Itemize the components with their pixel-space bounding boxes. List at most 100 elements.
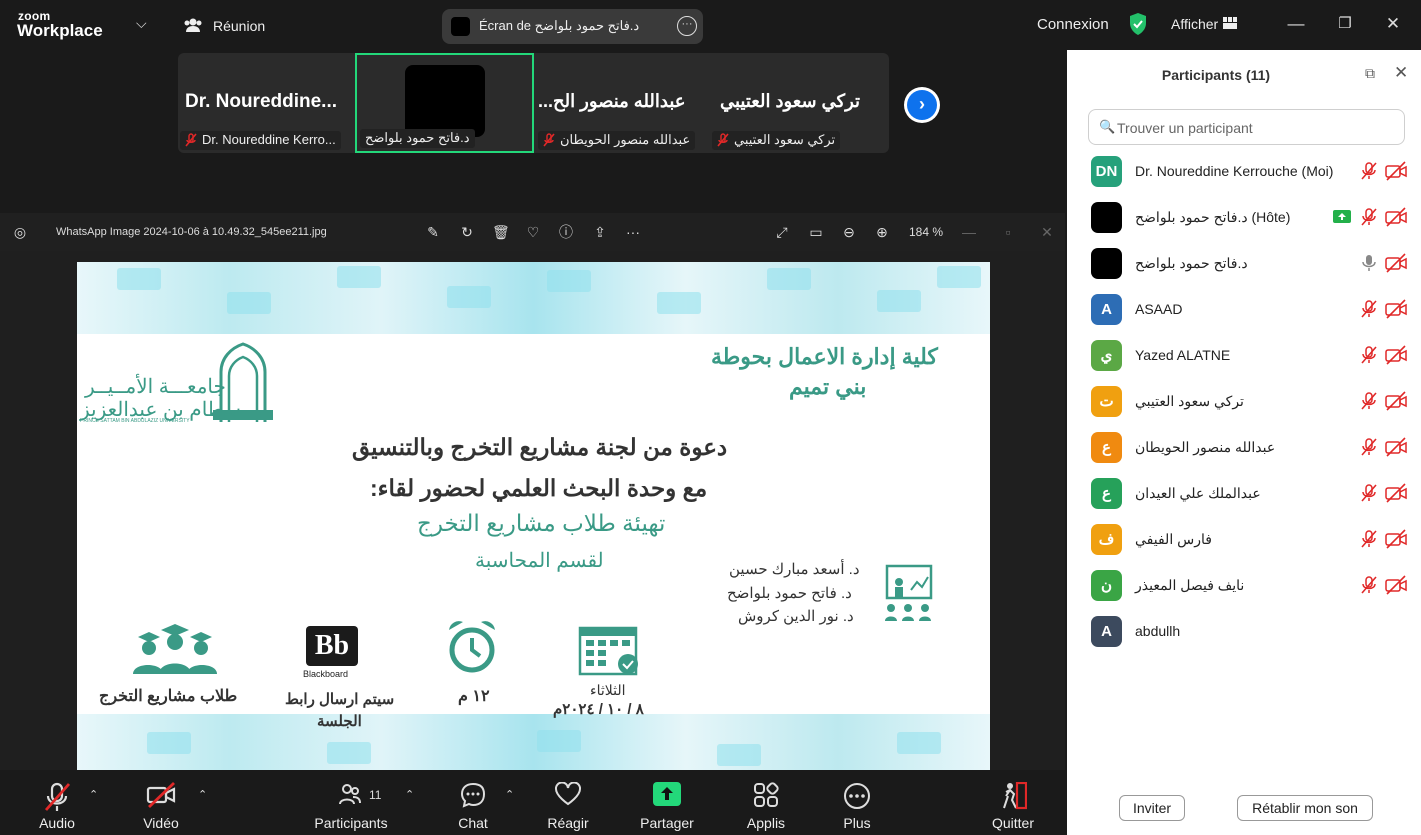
share-screen-button[interactable]: Partager <box>634 770 700 835</box>
fullscreen-icon[interactable]: ⤢ <box>774 224 790 240</box>
participant-row[interactable]: د.فاتح حمود بلواضح (Hôte) <box>1067 195 1421 241</box>
more-icon[interactable]: ··· <box>625 224 641 240</box>
unmute-me-button[interactable]: Rétablir mon son <box>1237 795 1373 821</box>
close-window-icon[interactable]: ✕ <box>1381 12 1405 36</box>
participant-row[interactable]: DN Dr. Noureddine Kerrouche (Moi) <box>1067 149 1421 195</box>
heart-icon <box>555 782 581 806</box>
info-icon[interactable]: ⓘ <box>558 224 574 240</box>
muted-mic-icon[interactable] <box>1359 575 1379 600</box>
video-tile[interactable]: تركي سعود العتيبي تركي سعود العتيبي <box>708 53 889 153</box>
muted-mic-icon[interactable] <box>1359 161 1379 186</box>
muted-mic-icon[interactable] <box>1359 437 1379 462</box>
participant-search[interactable]: 🔍 <box>1088 109 1405 145</box>
department-name: لقسم المحاسبة <box>475 550 604 572</box>
participants-button[interactable]: 11 Participants <box>310 770 392 835</box>
viewer-close-icon[interactable]: ✕ <box>1039 224 1055 240</box>
sharing-screen-icon <box>1333 210 1351 228</box>
video-off-icon[interactable] <box>1385 299 1407 324</box>
delete-icon[interactable]: 🗑 <box>492 224 510 240</box>
participant-name: Dr. Noureddine Kerrouche (Moi) <box>1135 163 1334 179</box>
viewer-restore-icon[interactable]: ▫ <box>1000 224 1016 240</box>
avatar: ف <box>1091 524 1122 555</box>
invite-button[interactable]: Inviter <box>1119 795 1185 821</box>
hex-pattern-bottom <box>77 714 990 770</box>
muted-mic-icon[interactable] <box>1359 483 1379 508</box>
meeting-label[interactable]: Réunion <box>213 18 265 34</box>
zoom-out-icon[interactable]: ⊖ <box>841 224 857 240</box>
video-off-icon[interactable] <box>1385 483 1407 508</box>
participant-row[interactable]: Aabdullh <box>1067 609 1421 655</box>
audio-options-chevron-icon[interactable]: ⌃ <box>89 788 98 801</box>
chat-button[interactable]: Chat <box>448 770 498 835</box>
calendar-icon <box>578 626 638 676</box>
more-options-icon[interactable]: ··· <box>677 16 697 36</box>
participant-row[interactable]: د.فاتح حمود بلواضح <box>1067 241 1421 287</box>
favorite-icon[interactable]: ♡ <box>525 224 541 240</box>
muted-mic-icon[interactable] <box>1359 529 1379 554</box>
muted-mic-icon[interactable] <box>1359 391 1379 416</box>
react-button[interactable]: Réagir <box>540 770 596 835</box>
blackboard-logo-icon: Bb <box>306 626 358 666</box>
app-menu-chevron-icon[interactable]: ⌵ <box>136 15 147 32</box>
participants-options-chevron-icon[interactable]: ⌃ <box>405 788 414 801</box>
encryption-shield-icon[interactable] <box>1128 12 1148 36</box>
chat-options-chevron-icon[interactable]: ⌃ <box>505 788 514 801</box>
pop-out-icon[interactable]: ⧉ <box>1365 65 1375 82</box>
view-button[interactable]: Afficher <box>1171 16 1218 32</box>
participant-row[interactable]: A ASAAD <box>1067 287 1421 333</box>
video-tile[interactable]: Dr. Noureddine... Dr. Noureddine Kerro..… <box>178 53 354 153</box>
leave-button[interactable]: Quitter <box>983 770 1043 835</box>
video-off-icon[interactable] <box>1385 345 1407 370</box>
participant-row[interactable]: ي Yazed ALATNE <box>1067 333 1421 379</box>
muted-mic-icon[interactable] <box>1359 299 1379 324</box>
graduates-icon <box>133 624 217 674</box>
video-off-icon[interactable] <box>1385 253 1407 278</box>
video-off-icon[interactable] <box>1385 575 1407 600</box>
viewer-minimize-icon[interactable]: — <box>961 224 977 240</box>
minimize-icon[interactable]: — <box>1284 12 1308 36</box>
video-off-icon[interactable] <box>1385 391 1407 416</box>
edit-icon[interactable]: ✎ <box>425 224 441 240</box>
video-off-icon[interactable] <box>1385 161 1407 186</box>
participant-video <box>405 65 485 137</box>
participant-row[interactable]: ع عبدالله منصور الحويطان <box>1067 425 1421 471</box>
restore-icon[interactable]: ❐ <box>1333 12 1357 36</box>
event-date: ٨ / ١٠ / ٢٠٢٤م <box>553 701 644 718</box>
meeting-toolbar: Audio ⌃ Vidéo ⌃ 11 Participants ⌃ Chat ⌃… <box>0 770 1065 835</box>
participant-name: عبدالله منصور الحويطان <box>1135 439 1276 455</box>
grid-view-icon[interactable] <box>1223 17 1237 29</box>
participant-name: تركي سعود العتيبي <box>1135 393 1244 409</box>
video-button[interactable]: Vidéo <box>130 770 192 835</box>
share-icon[interactable]: ⇪ <box>592 224 608 240</box>
presenter-name: د. فاتح حمود بلواضح <box>727 585 852 602</box>
avatar: ع <box>1091 432 1122 463</box>
participant-row[interactable]: ت تركي سعود العتيبي <box>1067 379 1421 425</box>
next-page-button[interactable]: › <box>904 87 940 123</box>
video-options-chevron-icon[interactable]: ⌃ <box>198 788 207 801</box>
fit-icon[interactable]: ▭ <box>808 224 824 240</box>
video-tile[interactable]: ...عبدالله منصور الح عبدالله منصور الحوي… <box>536 53 706 153</box>
presenter-name: د. نور الدين كروش <box>738 608 854 625</box>
mic-icon[interactable] <box>1359 253 1379 278</box>
tile-name-label: Dr. Noureddine Kerro... <box>180 131 341 150</box>
participant-row[interactable]: ع عبدالملك علي العيدان <box>1067 471 1421 517</box>
participant-search-input[interactable] <box>1117 118 1397 138</box>
screen-share-indicator[interactable]: Écran de د.فاتح حمود بلواضح ··· <box>442 9 703 44</box>
apps-button[interactable]: Applis <box>738 770 794 835</box>
participants-title: Participants (11) <box>1161 67 1271 83</box>
muted-mic-icon[interactable] <box>1359 207 1379 232</box>
alarm-clock-icon <box>449 621 495 673</box>
sign-in-link[interactable]: Connexion <box>1037 16 1109 33</box>
video-off-icon[interactable] <box>1385 437 1407 462</box>
muted-mic-icon[interactable] <box>1359 345 1379 370</box>
zoom-in-icon[interactable]: ⊕ <box>874 224 890 240</box>
video-tile-active-speaker[interactable]: د.فاتح حمود بلواضح <box>355 53 534 153</box>
video-off-icon[interactable] <box>1385 529 1407 554</box>
video-off-icon[interactable] <box>1385 207 1407 232</box>
participant-row[interactable]: ف فارس الفيفي <box>1067 517 1421 563</box>
more-button[interactable]: Plus <box>832 770 882 835</box>
close-panel-icon[interactable]: ✕ <box>1394 63 1408 83</box>
rotate-icon[interactable]: ↻ <box>459 224 475 240</box>
audio-button[interactable]: Audio <box>27 770 87 835</box>
participant-row[interactable]: ن نايف فيصل المعيذر <box>1067 563 1421 609</box>
